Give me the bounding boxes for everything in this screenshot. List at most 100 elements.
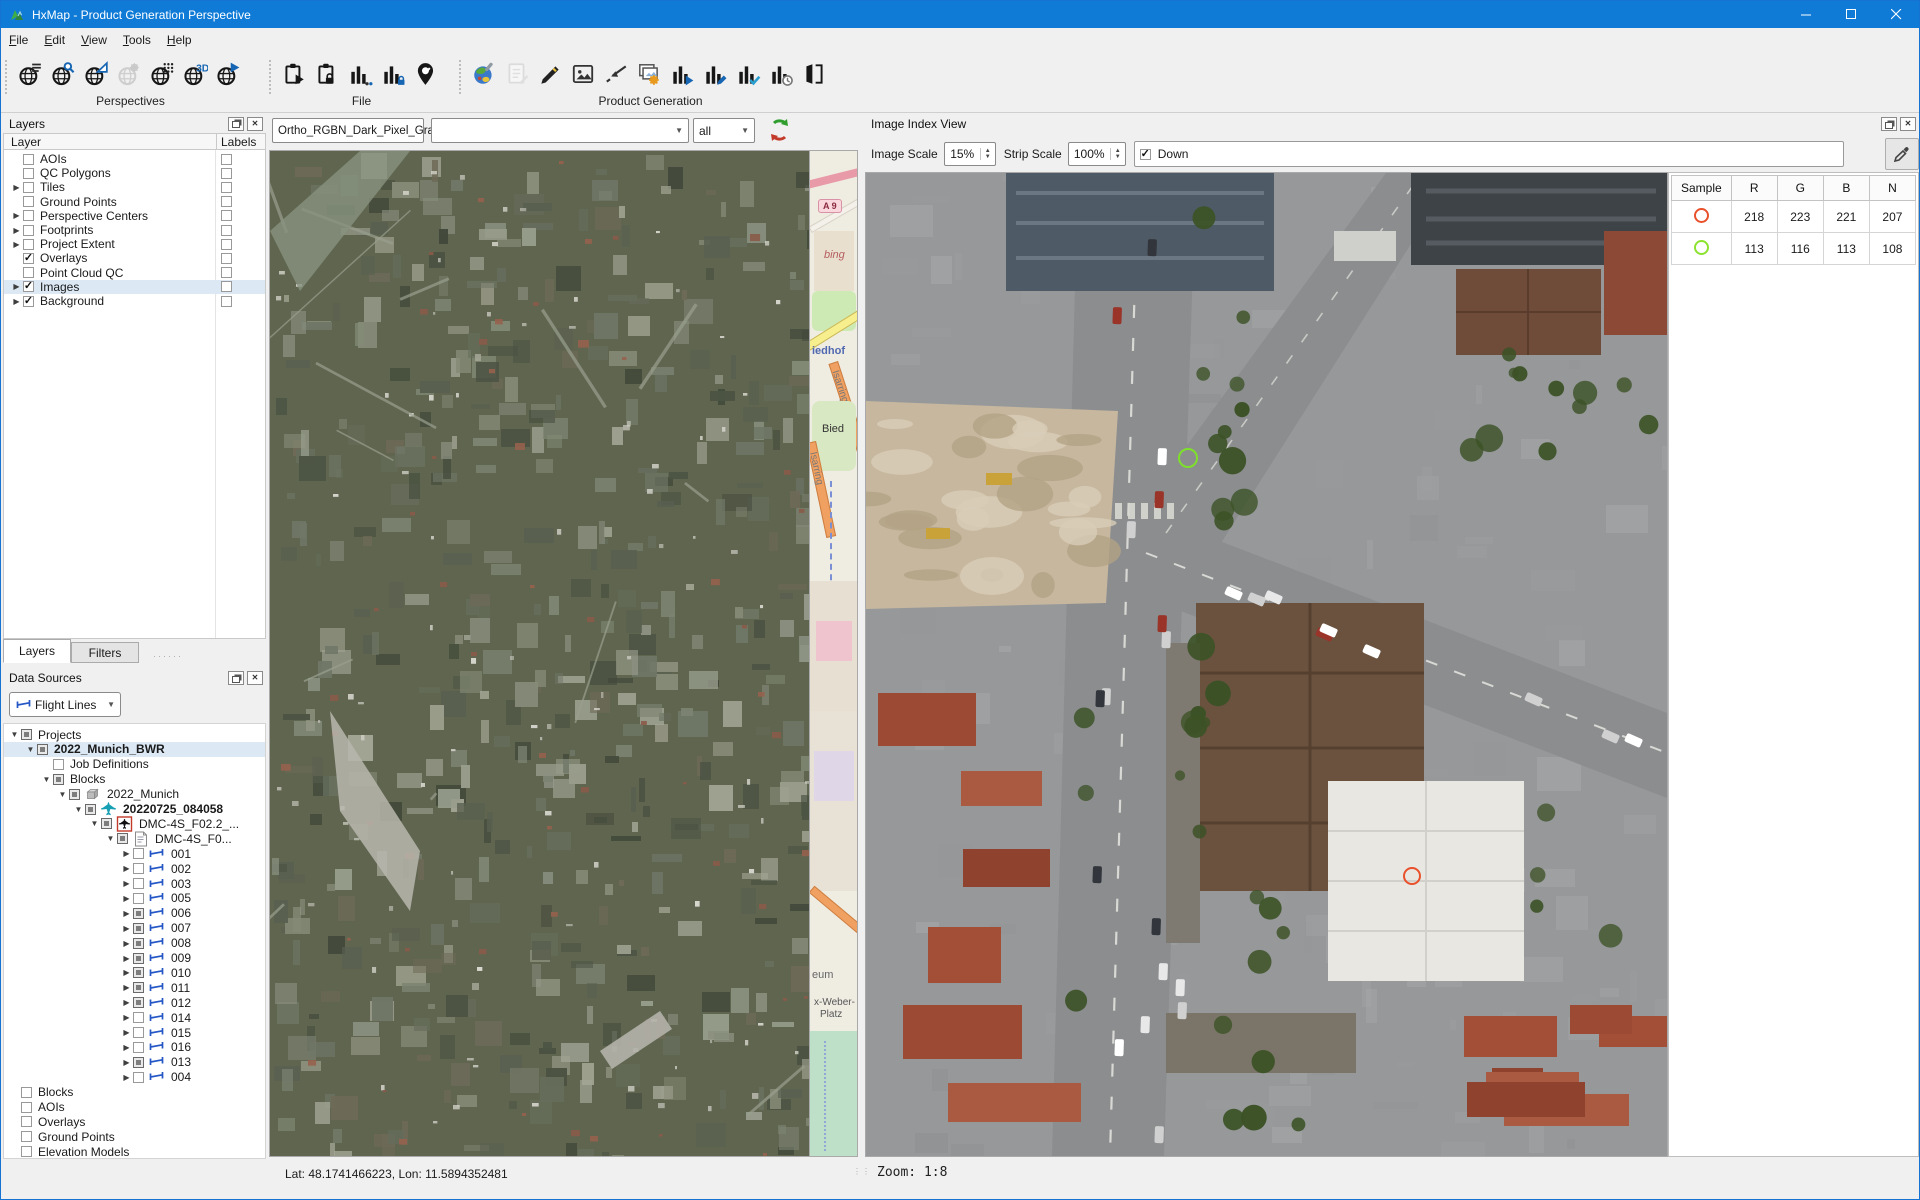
toolbar-grip[interactable] bbox=[459, 60, 465, 94]
globe-triangle-button[interactable] bbox=[81, 58, 111, 90]
layer-row-footprints[interactable]: ▶Footprints bbox=[4, 223, 265, 237]
layer-labels-checkbox[interactable] bbox=[221, 225, 232, 236]
layer-row-overlays[interactable]: Overlays bbox=[4, 251, 265, 265]
tree-item-005[interactable]: ▶005 bbox=[4, 891, 265, 906]
histogram-play-button[interactable] bbox=[667, 58, 697, 90]
tree-checkbox[interactable] bbox=[21, 1087, 32, 1098]
menu-item-tools[interactable]: Tools bbox=[115, 29, 159, 51]
layer-visibility-checkbox[interactable] bbox=[23, 267, 34, 278]
review-portal-button[interactable] bbox=[799, 58, 829, 90]
tree-item-job-definitions[interactable]: Job Definitions bbox=[4, 757, 265, 772]
tree-item-002[interactable]: ▶002 bbox=[4, 861, 265, 876]
layer-row-tiles[interactable]: ▶Tiles bbox=[4, 180, 265, 194]
layer-visibility-checkbox[interactable] bbox=[23, 253, 34, 264]
expander-icon[interactable]: ▶ bbox=[120, 939, 133, 948]
tree-item-010[interactable]: ▶010 bbox=[4, 965, 265, 980]
image-index-float-button[interactable] bbox=[1881, 117, 1897, 131]
product-name-field[interactable]: Ortho_RGBN_Dark_Pixel_Gradient bbox=[272, 118, 424, 143]
layer-visibility-checkbox[interactable] bbox=[23, 182, 34, 193]
layer-labels-checkbox[interactable] bbox=[221, 168, 232, 179]
tree-checkbox[interactable] bbox=[133, 1027, 144, 1038]
tree-item-blocks[interactable]: Blocks bbox=[4, 1085, 265, 1100]
data-sources-close-button[interactable]: ✕ bbox=[247, 671, 263, 685]
tree-checkbox[interactable] bbox=[133, 848, 144, 859]
tree-checkbox[interactable] bbox=[133, 878, 144, 889]
tree-checkbox[interactable] bbox=[133, 908, 144, 919]
down-option-box[interactable]: Down bbox=[1134, 141, 1844, 167]
tree-checkbox[interactable] bbox=[133, 997, 144, 1008]
sample-row[interactable]: 113116113108 bbox=[1672, 233, 1916, 265]
maximize-button[interactable] bbox=[1829, 1, 1874, 28]
filter-dropdown[interactable]: ▼ bbox=[431, 118, 689, 143]
tree-checkbox[interactable] bbox=[133, 1072, 144, 1083]
checklist-button[interactable] bbox=[502, 58, 532, 90]
tab-layers[interactable]: Layers bbox=[3, 639, 71, 663]
expander-icon[interactable]: ▼ bbox=[24, 745, 37, 754]
menu-item-view[interactable]: View bbox=[73, 29, 115, 51]
globe-grid-button[interactable] bbox=[147, 58, 177, 90]
tree-item-blocks[interactable]: ▼Blocks bbox=[4, 772, 265, 787]
marker-pen-button[interactable] bbox=[535, 58, 565, 90]
expander-icon[interactable]: ▼ bbox=[40, 775, 53, 784]
tree-item-001[interactable]: ▶001 bbox=[4, 846, 265, 861]
layer-row-aois[interactable]: AOIs bbox=[4, 152, 265, 166]
tree-checkbox[interactable] bbox=[133, 923, 144, 934]
layers-float-button[interactable] bbox=[228, 117, 244, 131]
scope-dropdown[interactable]: all ▼ bbox=[693, 118, 755, 143]
layer-row-images[interactable]: ▶Images bbox=[4, 280, 265, 294]
eyedropper-button[interactable] bbox=[1885, 138, 1919, 170]
tree-checkbox[interactable] bbox=[133, 1012, 144, 1023]
tree-checkbox[interactable] bbox=[133, 863, 144, 874]
tree-checkbox[interactable] bbox=[21, 1146, 32, 1157]
expander-icon[interactable]: ▶ bbox=[120, 1013, 133, 1022]
layer-visibility-checkbox[interactable] bbox=[23, 210, 34, 221]
tree-item-012[interactable]: ▶012 bbox=[4, 995, 265, 1010]
tree-checkbox[interactable] bbox=[101, 818, 112, 829]
expander-icon[interactable]: ▶ bbox=[120, 894, 133, 903]
globe-paint-button[interactable] bbox=[469, 58, 499, 90]
tree-checkbox[interactable] bbox=[133, 953, 144, 964]
expander-icon[interactable]: ▶ bbox=[120, 1073, 133, 1082]
import-lock-button[interactable] bbox=[312, 58, 342, 90]
expander-icon[interactable]: ▶ bbox=[120, 954, 133, 963]
tree-checkbox[interactable] bbox=[21, 1131, 32, 1142]
layer-labels-checkbox[interactable] bbox=[221, 281, 232, 292]
tree-item-003[interactable]: ▶003 bbox=[4, 876, 265, 891]
import-run-button[interactable] bbox=[279, 58, 309, 90]
expander-icon[interactable]: ▶ bbox=[120, 909, 133, 918]
toolbar-grip[interactable] bbox=[269, 60, 275, 94]
pin-check-button[interactable] bbox=[411, 58, 441, 90]
tree-item-004[interactable]: ▶004 bbox=[4, 1070, 265, 1085]
status-splitter-handle[interactable]: ⋮⋮ bbox=[853, 1167, 871, 1176]
expander-icon[interactable]: ▶ bbox=[120, 1028, 133, 1037]
tree-item-elevation-models[interactable]: Elevation Models bbox=[4, 1144, 265, 1159]
expander-icon[interactable]: ▶ bbox=[120, 864, 133, 873]
tree-checkbox[interactable] bbox=[133, 967, 144, 978]
globe-gear-button[interactable] bbox=[114, 58, 144, 90]
globe-search-button[interactable] bbox=[48, 58, 78, 90]
toolbar-grip[interactable] bbox=[5, 60, 11, 94]
tree-item-dmc-4s-f0-[interactable]: ▼DMC-4S_F0... bbox=[4, 831, 265, 846]
expander-icon[interactable]: ▶ bbox=[10, 240, 23, 249]
image-index-canvas[interactable] bbox=[865, 172, 1668, 1157]
histogram-edit-button[interactable] bbox=[700, 58, 730, 90]
image-frame-button[interactable] bbox=[568, 58, 598, 90]
expander-icon[interactable]: ▼ bbox=[88, 819, 101, 828]
globe-play-button[interactable] bbox=[213, 58, 243, 90]
tree-checkbox[interactable] bbox=[133, 982, 144, 993]
tree-checkbox[interactable] bbox=[69, 789, 80, 800]
tree-item-dmc-4s-f02-2-[interactable]: ▼DMC-4S_F02.2_... bbox=[4, 816, 265, 831]
expander-icon[interactable]: ▶ bbox=[120, 924, 133, 933]
tree-checkbox[interactable] bbox=[21, 1116, 32, 1127]
tree-checkbox[interactable] bbox=[21, 729, 32, 740]
histogram-lock-button[interactable] bbox=[378, 58, 408, 90]
map-view[interactable] bbox=[269, 150, 810, 1157]
layer-labels-checkbox[interactable] bbox=[221, 267, 232, 278]
menu-item-edit[interactable]: Edit bbox=[36, 29, 73, 51]
layer-visibility-checkbox[interactable] bbox=[23, 281, 34, 292]
expander-icon[interactable]: ▶ bbox=[10, 297, 23, 306]
expander-icon[interactable]: ▶ bbox=[120, 983, 133, 992]
menu-item-help[interactable]: Help bbox=[159, 29, 200, 51]
tree-item-2022-munich-bwr[interactable]: ▼2022_Munich_BWR bbox=[4, 742, 265, 757]
layer-labels-checkbox[interactable] bbox=[221, 154, 232, 165]
